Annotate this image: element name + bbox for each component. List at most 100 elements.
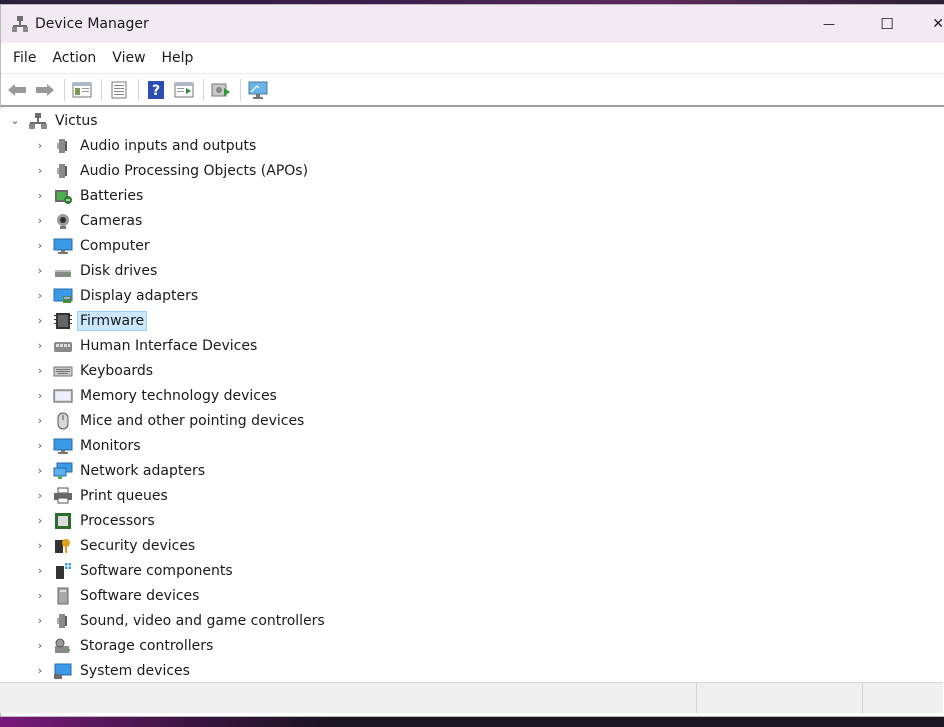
close-button[interactable]: ✕	[916, 5, 944, 43]
security-icon	[53, 537, 73, 555]
tree-item-label: Memory technology devices	[80, 387, 277, 404]
menu-file[interactable]: File	[5, 43, 44, 73]
menu-help[interactable]: Help	[154, 43, 202, 73]
toolbar-separator	[101, 78, 102, 101]
tree-item-label: Human Interface Devices	[80, 337, 258, 354]
menu-action[interactable]: Action	[44, 43, 104, 73]
toolbar-separator	[64, 78, 65, 101]
tree-item[interactable]: › Human Interface Devices	[0, 333, 943, 358]
monitor-icon	[53, 437, 73, 455]
tree-item[interactable]: › Sound, video and game controllers	[0, 608, 943, 633]
properties-button[interactable]	[106, 77, 132, 103]
svg-text:?: ?	[152, 83, 160, 99]
chevron-right-icon[interactable]: ›	[33, 264, 47, 277]
chevron-right-icon[interactable]: ›	[33, 189, 47, 202]
chevron-right-icon[interactable]: ›	[33, 214, 47, 227]
chevron-right-icon[interactable]: ›	[33, 664, 47, 677]
system-icon	[53, 662, 73, 680]
display-adapter-icon	[53, 287, 73, 305]
tree-item[interactable]: › Storage controllers	[0, 633, 943, 658]
chevron-right-icon[interactable]: ›	[33, 489, 47, 502]
chevron-right-icon[interactable]: ›	[33, 514, 47, 527]
chevron-down-icon[interactable]: ⌄	[8, 114, 22, 127]
chevron-right-icon[interactable]: ›	[33, 289, 47, 302]
chevron-right-icon[interactable]: ›	[33, 364, 47, 377]
properties-pane-icon	[72, 82, 92, 97]
maximize-button[interactable]: ☐	[858, 5, 916, 43]
back-icon	[8, 83, 26, 96]
chevron-right-icon[interactable]: ›	[33, 639, 47, 652]
menu-view[interactable]: View	[104, 43, 153, 73]
update-driver-button[interactable]	[208, 77, 234, 103]
chevron-right-icon[interactable]: ›	[33, 464, 47, 477]
tree-item[interactable]: › System devices	[0, 658, 943, 683]
tree-item-label: Storage controllers	[80, 637, 214, 654]
tree-item[interactable]: › Disk drives	[0, 258, 943, 283]
tree-item[interactable]: › Audio Processing Objects (APOs)	[0, 158, 943, 183]
forward-icon	[36, 83, 54, 96]
tree-item[interactable]: › Monitors	[0, 433, 943, 458]
tree-item-label: Software devices	[80, 587, 200, 604]
show-hide-action-pane-button[interactable]	[171, 77, 197, 103]
back-button[interactable]	[4, 77, 30, 103]
status-cell-secondary	[697, 683, 863, 713]
tree-item[interactable]: › Print queues	[0, 483, 943, 508]
chevron-right-icon[interactable]: ›	[33, 564, 47, 577]
keyboard-icon	[53, 362, 73, 380]
storage-icon	[53, 637, 73, 655]
tree-item-label: Keyboards	[80, 362, 154, 379]
chevron-right-icon[interactable]: ›	[33, 539, 47, 552]
tree-item[interactable]: › Software components	[0, 558, 943, 583]
chevron-right-icon[interactable]: ›	[33, 239, 47, 252]
help-button[interactable]: ?	[143, 77, 169, 103]
minimize-button[interactable]: —	[800, 5, 858, 43]
scan-hardware-changes-button[interactable]	[245, 77, 271, 103]
tree-item-label: Processors	[80, 512, 155, 529]
action-pane-icon	[174, 82, 194, 97]
chevron-right-icon[interactable]: ›	[33, 139, 47, 152]
tree-item[interactable]: › Audio inputs and outputs	[0, 133, 943, 158]
tree-item-label: Sound, video and game controllers	[80, 612, 325, 629]
tree-item[interactable]: › Memory technology devices	[0, 383, 943, 408]
tree-item[interactable]: › Batteries	[0, 183, 943, 208]
tree-item[interactable]: › Firmware	[0, 308, 943, 333]
forward-button[interactable]	[32, 77, 58, 103]
computer-icon	[53, 237, 73, 255]
device-tree[interactable]: ⌄ Victus › Audio inputs and outputs › Audio…	[0, 108, 943, 686]
show-hide-console-tree-button[interactable]	[69, 77, 95, 103]
speaker-icon	[53, 612, 73, 630]
title-bar[interactable]: Device Manager — ☐ ✕	[1, 5, 944, 43]
chevron-right-icon[interactable]: ›	[33, 164, 47, 177]
speaker-icon	[53, 137, 73, 155]
tree-item-label: Monitors	[80, 437, 141, 454]
tree-item[interactable]: › Software devices	[0, 583, 943, 608]
tree-item[interactable]: › Keyboards	[0, 358, 943, 383]
tree-item[interactable]: › Cameras	[0, 208, 943, 233]
toolbar-separator	[138, 78, 139, 101]
status-cell-main	[0, 683, 697, 713]
camera-icon	[53, 212, 73, 230]
chevron-right-icon[interactable]: ›	[33, 439, 47, 452]
tree-item[interactable]: › Mice and other pointing devices	[0, 408, 943, 433]
tree-item[interactable]: › Computer	[0, 233, 943, 258]
tree-item-label: Audio inputs and outputs	[80, 137, 257, 154]
tree-item[interactable]: › Security devices	[0, 533, 943, 558]
tree-item-label: Print queues	[80, 487, 168, 504]
tree-item[interactable]: › Processors	[0, 508, 943, 533]
chevron-right-icon[interactable]: ›	[33, 589, 47, 602]
tree-item[interactable]: › Network adapters	[0, 458, 943, 483]
chevron-right-icon[interactable]: ›	[33, 339, 47, 352]
list-icon	[111, 81, 127, 98]
mouse-icon	[53, 412, 73, 430]
chevron-right-icon[interactable]: ›	[33, 389, 47, 402]
tree-item[interactable]: › Display adapters	[0, 283, 943, 308]
chevron-right-icon[interactable]: ›	[33, 614, 47, 627]
hid-icon	[53, 337, 73, 355]
tree-root-victus[interactable]: ⌄ Victus	[0, 108, 943, 133]
chevron-right-icon[interactable]: ›	[33, 414, 47, 427]
processor-icon	[53, 512, 73, 530]
chevron-right-icon[interactable]: ›	[33, 314, 47, 327]
tree-item-label: System devices	[80, 662, 190, 679]
network-icon	[53, 462, 73, 480]
tree-item-label: Security devices	[80, 537, 196, 554]
